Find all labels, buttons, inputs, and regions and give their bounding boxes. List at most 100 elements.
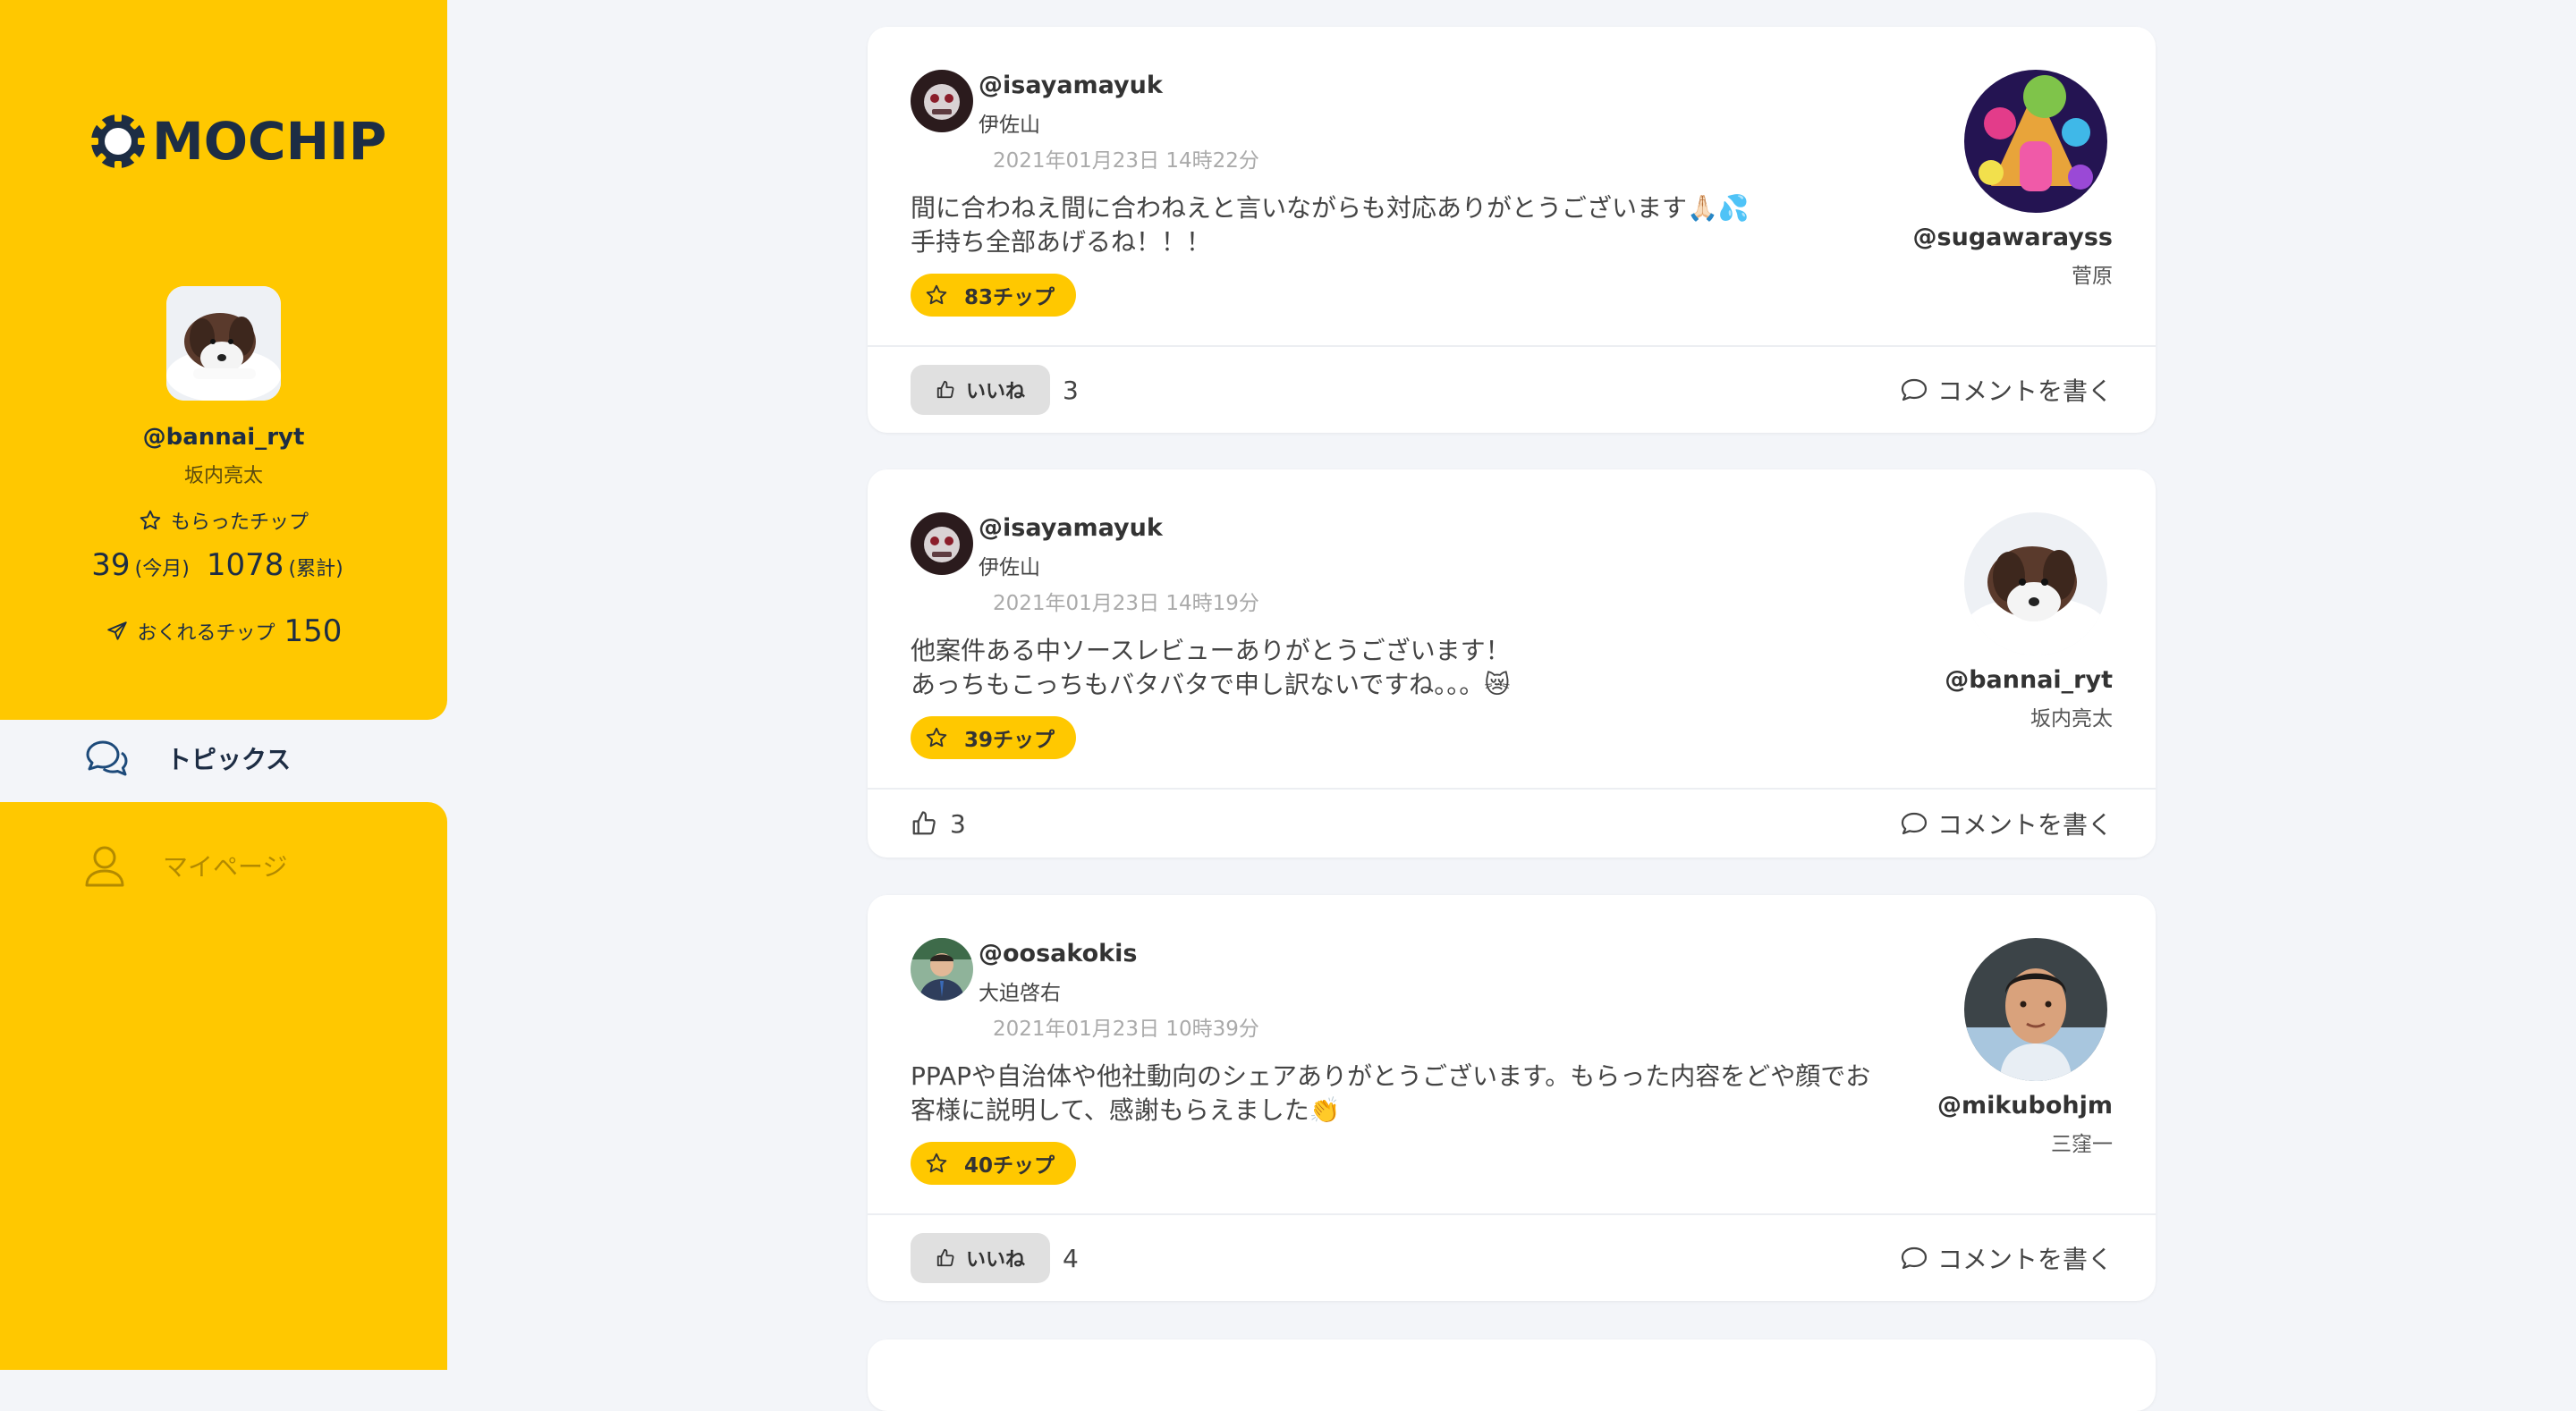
like-button-label: いいね bbox=[966, 1249, 1026, 1272]
thumbs-up-icon bbox=[936, 380, 954, 399]
sidebar-lower-panel bbox=[0, 802, 447, 1370]
write-comment-label: コメントを書く bbox=[1936, 1245, 2113, 1274]
sendable-chips-value: 150 bbox=[284, 613, 343, 649]
month-chips-unit: (今月) bbox=[134, 558, 190, 580]
post-date: 2021年01月23日 10時39分 bbox=[993, 1018, 1259, 1041]
thumbs-up-icon bbox=[912, 811, 936, 835]
like-button-label: いいね bbox=[966, 381, 1026, 403]
sender-handle[interactable]: @isayamayuk bbox=[979, 72, 1163, 99]
topic-card-footer: いいね 3 コメントを書く bbox=[868, 345, 2156, 433]
like-count: 3 bbox=[1063, 375, 1079, 405]
post-message: PPAPや自治体や他社動向のシェアありがとうございます。もらった内容をどや顔でお… bbox=[911, 1060, 1894, 1128]
sender-avatar[interactable] bbox=[911, 512, 973, 575]
month-chips-value: 39 bbox=[91, 547, 131, 583]
sender-avatar[interactable] bbox=[911, 70, 973, 132]
profile-handle: @bannai_ryt bbox=[142, 424, 305, 451]
recipient-avatar[interactable] bbox=[1964, 70, 2107, 213]
like-button[interactable]: いいね bbox=[911, 365, 1051, 415]
post-message: 間に合わねえ間に合わねえと言いながらも対応ありがとうございます🙏🏻💦 手持ち全部… bbox=[911, 191, 1894, 259]
like-area: いいね 3 bbox=[911, 365, 1079, 415]
sendable-chips-label: おくれるチップ bbox=[137, 622, 275, 645]
post-date: 2021年01月23日 14時22分 bbox=[993, 149, 1259, 173]
topic-card-footer: 3 コメントを書く bbox=[868, 788, 2156, 858]
app-logo[interactable]: MOCHIP bbox=[88, 111, 386, 172]
like-count: 4 bbox=[1063, 1243, 1079, 1273]
nav-item-topics[interactable]: トピックス bbox=[84, 739, 291, 778]
nav-label-mypage: マイページ bbox=[163, 852, 288, 882]
star-icon bbox=[926, 284, 947, 305]
star-icon bbox=[140, 510, 161, 530]
recipient-name: 坂内亮太 bbox=[2030, 707, 2113, 731]
recipient-handle[interactable]: @sugawarayss bbox=[1913, 224, 2113, 251]
sender-name: 大迫啓右 bbox=[979, 982, 1061, 1005]
received-chips-label: もらったチップ bbox=[0, 506, 447, 535]
like-area: いいね 4 bbox=[911, 1233, 1079, 1283]
chip-count: 40チップ bbox=[964, 1154, 1055, 1178]
post-message-line: あっちもこっちもバタバタで申し訳ないですね。。。😿 bbox=[911, 670, 1511, 699]
write-comment-link[interactable]: コメントを書く bbox=[1900, 806, 2113, 841]
sender-handle[interactable]: @isayamayuk bbox=[979, 514, 1163, 542]
comment-bubble-icon bbox=[1901, 1246, 1928, 1270]
recipient-avatar[interactable] bbox=[1964, 938, 2107, 1081]
chip-badge: 40チップ bbox=[911, 1142, 1077, 1185]
topic-card: @isayamayuk 伊佐山 2021年01月23日 14時19分 他案件ある… bbox=[868, 469, 2156, 858]
topic-card: @oosakokis 大迫啓右 2021年01月23日 10時39分 PPAPや… bbox=[868, 895, 2156, 1301]
post-message-line: 手持ち全部あげるね！！！ bbox=[911, 227, 1212, 257]
recipient: @mikubohjm 三窪一 bbox=[1937, 938, 2113, 1157]
comment-bubble-icon bbox=[1901, 812, 1928, 835]
total-chips-unit: (累計) bbox=[288, 558, 343, 580]
write-comment-link[interactable]: コメントを書く bbox=[1900, 1240, 2113, 1276]
post-date: 2021年01月23日 14時19分 bbox=[993, 592, 1259, 615]
total-chips-value: 1078 bbox=[206, 547, 284, 583]
chip-logo-icon bbox=[89, 113, 147, 170]
star-icon bbox=[926, 1153, 947, 1173]
topic-card bbox=[868, 1339, 2156, 1411]
sender-name: 伊佐山 bbox=[979, 114, 1040, 137]
post-message-line: PPAPや自治体や他社動向のシェアありがとうございます。もらった内容をどや顔でお bbox=[911, 1061, 1871, 1091]
sender-avatar[interactable] bbox=[911, 938, 973, 1001]
comment-bubble-icon bbox=[1901, 378, 1928, 401]
profile-name: 坂内亮太 bbox=[183, 465, 263, 487]
star-icon bbox=[926, 727, 947, 748]
chip-count: 83チップ bbox=[964, 286, 1055, 309]
topic-card-footer: いいね 4 コメントを書く bbox=[868, 1213, 2156, 1301]
sender-handle[interactable]: @oosakokis bbox=[979, 940, 1137, 967]
chip-count: 39チップ bbox=[964, 729, 1055, 752]
sender-name: 伊佐山 bbox=[979, 556, 1040, 579]
recipient: @bannai_ryt 坂内亮太 bbox=[1945, 512, 2113, 731]
thumbs-up-icon bbox=[936, 1248, 954, 1267]
received-chips-values: 39 (今月) 1078 (累計) bbox=[0, 547, 447, 583]
topic-card: @isayamayuk 伊佐山 2021年01月23日 14時22分 間に合わね… bbox=[868, 27, 2156, 433]
recipient: @sugawarayss 菅原 bbox=[1913, 70, 2113, 289]
write-comment-link[interactable]: コメントを書く bbox=[1900, 372, 2113, 408]
like-button[interactable]: いいね bbox=[911, 1233, 1051, 1283]
post-message: 他案件ある中ソースレビューありがとうございます！ あっちもこっちもバタバタで申し… bbox=[911, 634, 1894, 702]
like-area[interactable]: 3 bbox=[911, 809, 966, 839]
like-count: 3 bbox=[950, 808, 966, 839]
nav-item-mypage[interactable]: マイページ bbox=[84, 844, 287, 887]
post-message-line: 客様に説明して、感謝もらえました👏 bbox=[911, 1095, 1341, 1125]
recipient-handle[interactable]: @mikubohjm bbox=[1937, 1092, 2113, 1120]
write-comment-label: コメントを書く bbox=[1936, 376, 2113, 406]
recipient-name: 三窪一 bbox=[2051, 1133, 2113, 1156]
post-message-line: 間に合わねえ間に合わねえと言いながらも対応ありがとうございます🙏🏻💦 bbox=[911, 193, 1750, 223]
chip-badge: 39チップ bbox=[911, 716, 1077, 759]
paper-plane-icon bbox=[106, 621, 127, 640]
recipient-name: 菅原 bbox=[2072, 265, 2113, 288]
recipient-avatar[interactable] bbox=[1964, 512, 2107, 655]
topic-card-body: @isayamayuk 伊佐山 2021年01月23日 14時19分 他案件ある… bbox=[868, 469, 2156, 788]
post-message-line: 他案件ある中ソースレビューありがとうございます！ bbox=[911, 636, 1511, 665]
profile-avatar[interactable] bbox=[166, 286, 281, 401]
topic-card-body: @oosakokis 大迫啓右 2021年01月23日 10時39分 PPAPや… bbox=[868, 895, 2156, 1213]
recipient-handle[interactable]: @bannai_ryt bbox=[1945, 666, 2113, 694]
received-chips-text: もらったチップ bbox=[170, 511, 309, 534]
nav-label-topics: トピックス bbox=[166, 745, 292, 774]
user-icon bbox=[85, 846, 124, 887]
write-comment-label: コメントを書く bbox=[1936, 810, 2113, 840]
app-logo-text: MOCHIP bbox=[152, 111, 387, 172]
topic-card-body: @isayamayuk 伊佐山 2021年01月23日 14時22分 間に合わね… bbox=[868, 27, 2156, 345]
chip-badge: 83チップ bbox=[911, 274, 1077, 317]
sidebar-profile-panel: MOCHIP @bannai_ryt 坂内亮太 もらったチップ 39 (今月) … bbox=[0, 0, 447, 720]
chat-bubbles-icon bbox=[86, 740, 128, 776]
sendable-chips: おくれるチップ 150 bbox=[0, 613, 447, 649]
